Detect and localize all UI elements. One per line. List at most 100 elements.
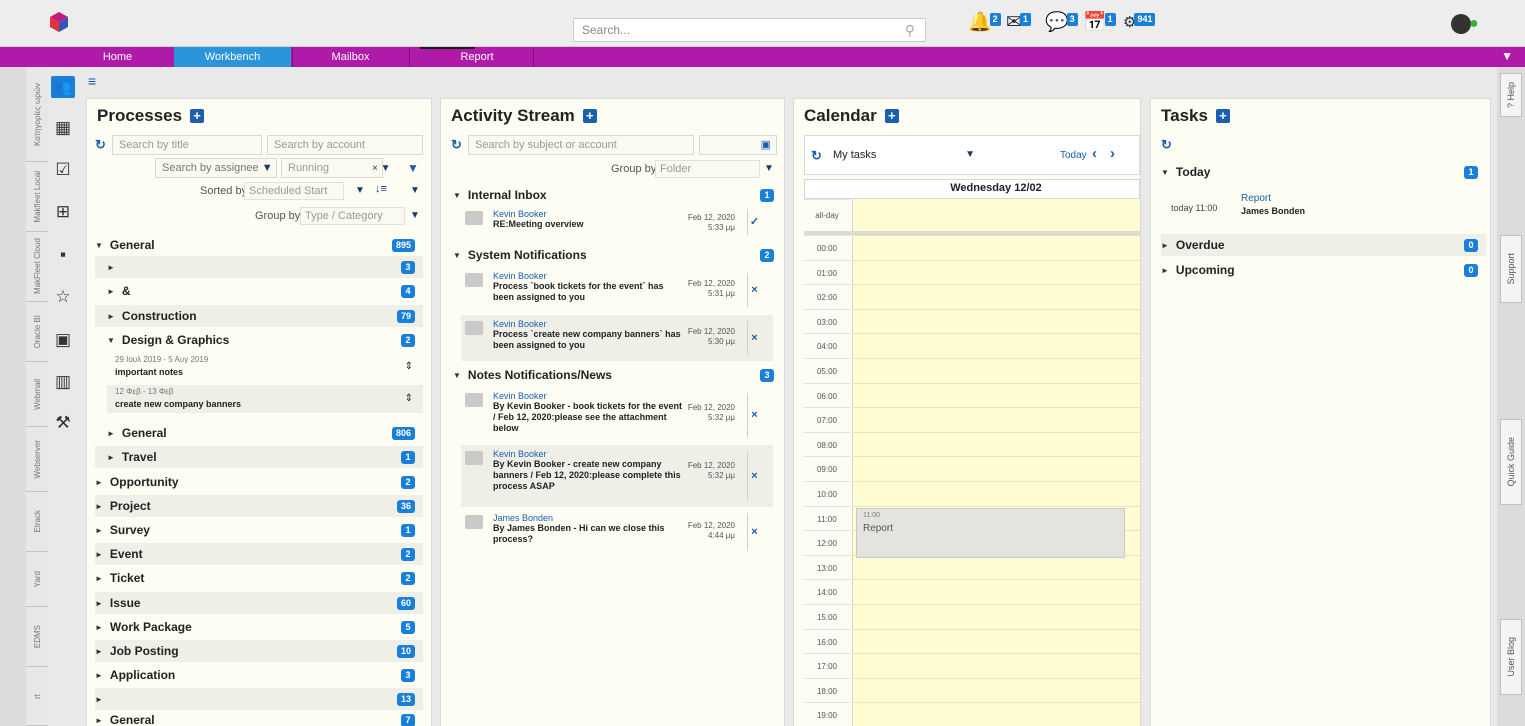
list-item[interactable]: ► General 7 [95, 709, 423, 726]
tab-webmail[interactable]: Webmail [26, 362, 48, 427]
checkbox-icon[interactable]: ☑ [52, 159, 74, 181]
tasks-upcoming-header[interactable]: ► Upcoming 0 [1161, 259, 1486, 281]
list-item[interactable]: ► & 4 [95, 280, 423, 302]
tasks-today-header[interactable]: ▼ Today 1 [1161, 161, 1486, 183]
bar-chart-icon[interactable]: ▥ [52, 371, 74, 393]
list-item[interactable]: ► 13 [95, 688, 423, 710]
list-item[interactable]: Kevin Booker RE:Meeting overview Feb 12,… [461, 205, 773, 241]
list-item[interactable]: ► Survey 1 [95, 519, 423, 541]
help-tab[interactable]: ? Help [1500, 73, 1522, 117]
list-item[interactable]: ► Event 2 [95, 543, 423, 565]
process-subitem[interactable]: 29 Ιουλ 2019 - 5 Αυγ 2019 important note… [107, 353, 423, 381]
user-blog-tab[interactable]: User Blog [1500, 619, 1522, 695]
next-icon[interactable]: › [1110, 145, 1115, 162]
day-column[interactable] [852, 199, 1140, 726]
inbox-group-header[interactable]: ▼ Internal Inbox 1 [441, 185, 781, 205]
notes-group-header[interactable]: ▼ Notes Notifications/News 3 [441, 365, 781, 385]
presentation-icon[interactable]: ▣ [52, 329, 74, 351]
tab-makfleet-cloud[interactable]: MakFleet Cloud [26, 232, 48, 302]
refresh-icon[interactable]: ↻ [95, 137, 106, 153]
grid-icon[interactable]: ▪ [52, 244, 74, 266]
add-process-icon[interactable]: + [190, 109, 205, 123]
filter-icon[interactable]: ▼ [407, 161, 419, 175]
online-chat-icon[interactable]: ● [1469, 15, 1479, 33]
close-icon[interactable]: × [747, 513, 761, 551]
list-item[interactable]: ► Application 3 [95, 664, 423, 686]
system-group-header[interactable]: ▼ System Notifications 2 [441, 245, 781, 265]
close-icon[interactable]: × [747, 321, 761, 355]
list-item[interactable]: ▼ General 895 [95, 234, 423, 256]
list-item[interactable]: ► Job Posting 10 [95, 640, 423, 662]
user-avatar[interactable] [1451, 14, 1471, 34]
alerts-button[interactable]: 🔔 2 [968, 13, 1001, 33]
tab-oracle-bi[interactable]: Oracle BI [26, 302, 48, 362]
nav-report[interactable]: Report [422, 47, 532, 67]
search-icon[interactable]: ⚲ [905, 22, 915, 39]
task-item[interactable]: today 11:00 Report James Bonden [1159, 187, 1486, 229]
calendar-view-select[interactable]: My tasks ▼ [829, 146, 979, 166]
status-select[interactable]: Running [281, 158, 383, 178]
menu-icon[interactable]: ≡ [88, 73, 96, 89]
list-item[interactable]: ► Ticket 2 [95, 567, 423, 589]
list-item[interactable]: ► Construction 79 [95, 305, 423, 327]
search-subject-input[interactable]: Search by subject or account [468, 135, 694, 155]
group-by-select[interactable]: Folder [655, 160, 760, 178]
check-icon[interactable]: ✓ [747, 209, 761, 235]
list-item[interactable]: ► Opportunity 2 [95, 471, 423, 493]
nav-workbench[interactable]: Workbench [174, 47, 291, 67]
list-item[interactable]: ► Work Package 5 [95, 616, 423, 638]
sort-arrows-icon[interactable]: ⇕ [405, 361, 413, 372]
calendar-icon[interactable]: ▦ [52, 117, 74, 139]
chevron-down-icon[interactable]: ▼ [1501, 49, 1513, 63]
close-icon[interactable]: × [747, 451, 761, 501]
plus-square-icon[interactable]: ⊞ [52, 201, 74, 223]
list-item[interactable]: James Bonden By James Bonden - Hi can we… [461, 509, 773, 555]
tasks-overdue-header[interactable]: ► Overdue 0 [1161, 234, 1486, 256]
tab-etrack[interactable]: Etrack [26, 492, 48, 552]
list-item[interactable]: Kevin Booker Process `create new company… [461, 315, 773, 361]
chat-button[interactable]: 💬 3 [1045, 13, 1078, 33]
chevron-down-icon[interactable]: ▼ [410, 185, 420, 196]
tab-webserver[interactable]: Webserver [26, 427, 48, 492]
chevron-down-icon[interactable]: ▼ [410, 210, 420, 221]
process-subitem[interactable]: 12 Φεβ - 13 Φεβ create new company banne… [107, 385, 423, 413]
tab-report-cut[interactable]: rt [26, 667, 48, 726]
calendar-button[interactable]: 📅 1 [1083, 13, 1116, 33]
tools-icon[interactable]: ⚒ [52, 412, 74, 434]
list-item[interactable]: ► General 806 [95, 422, 423, 444]
star-icon[interactable]: ☆ [52, 286, 74, 308]
chevron-down-icon[interactable]: ▼ [764, 163, 774, 174]
support-tab[interactable]: Support [1500, 235, 1522, 303]
mail-button[interactable]: ✉ 1 [1006, 13, 1031, 33]
tab-yard[interactable]: Yard [26, 552, 48, 607]
close-icon[interactable]: × [747, 273, 761, 307]
search-account-input[interactable]: Search by account [267, 135, 423, 155]
global-search-input[interactable]: Search... ⚲ [573, 18, 926, 42]
nav-mailbox[interactable]: Mailbox [292, 47, 409, 67]
nav-home[interactable]: Home [80, 47, 155, 67]
clear-status-icon[interactable]: × ▼ [372, 163, 391, 174]
settings-button[interactable]: ⚙ 941 [1123, 13, 1156, 33]
list-item[interactable]: ► 3 [95, 256, 423, 278]
refresh-icon[interactable]: ↻ [1161, 137, 1172, 153]
users-icon[interactable]: 👥 [51, 76, 75, 98]
previous-icon[interactable]: ‹ [1092, 145, 1097, 162]
quick-guide-tab[interactable]: Quick Guide [1500, 419, 1522, 505]
chevron-down-icon[interactable]: ▼ [355, 185, 365, 196]
list-item[interactable]: Kevin Booker By Kevin Booker - create ne… [461, 445, 773, 507]
add-activity-icon[interactable]: + [582, 109, 597, 123]
sort-arrows-icon[interactable]: ⇕ [405, 393, 413, 404]
sort-select[interactable]: Scheduled Start [244, 182, 344, 200]
list-item[interactable]: ► Issue 60 [95, 592, 423, 614]
tab-hour-categories[interactable]: Κατηγορίες ωρών [26, 67, 48, 162]
list-item[interactable]: Kevin Booker Process `book tickets for t… [461, 267, 773, 313]
calendar-event[interactable]: 11:00 Report [856, 508, 1125, 558]
date-filter-input[interactable]: ▣ [699, 135, 777, 155]
close-icon[interactable]: × [747, 393, 761, 437]
list-item[interactable]: ► Travel 1 [95, 446, 423, 468]
refresh-icon[interactable]: ↻ [451, 137, 462, 153]
today-button[interactable]: Today [1060, 150, 1087, 161]
refresh-icon[interactable]: ↻ [811, 148, 822, 164]
tab-makfleet-local[interactable]: Makfleet Local [26, 162, 48, 232]
sort-order-icon[interactable]: ↓≡ [375, 183, 387, 195]
